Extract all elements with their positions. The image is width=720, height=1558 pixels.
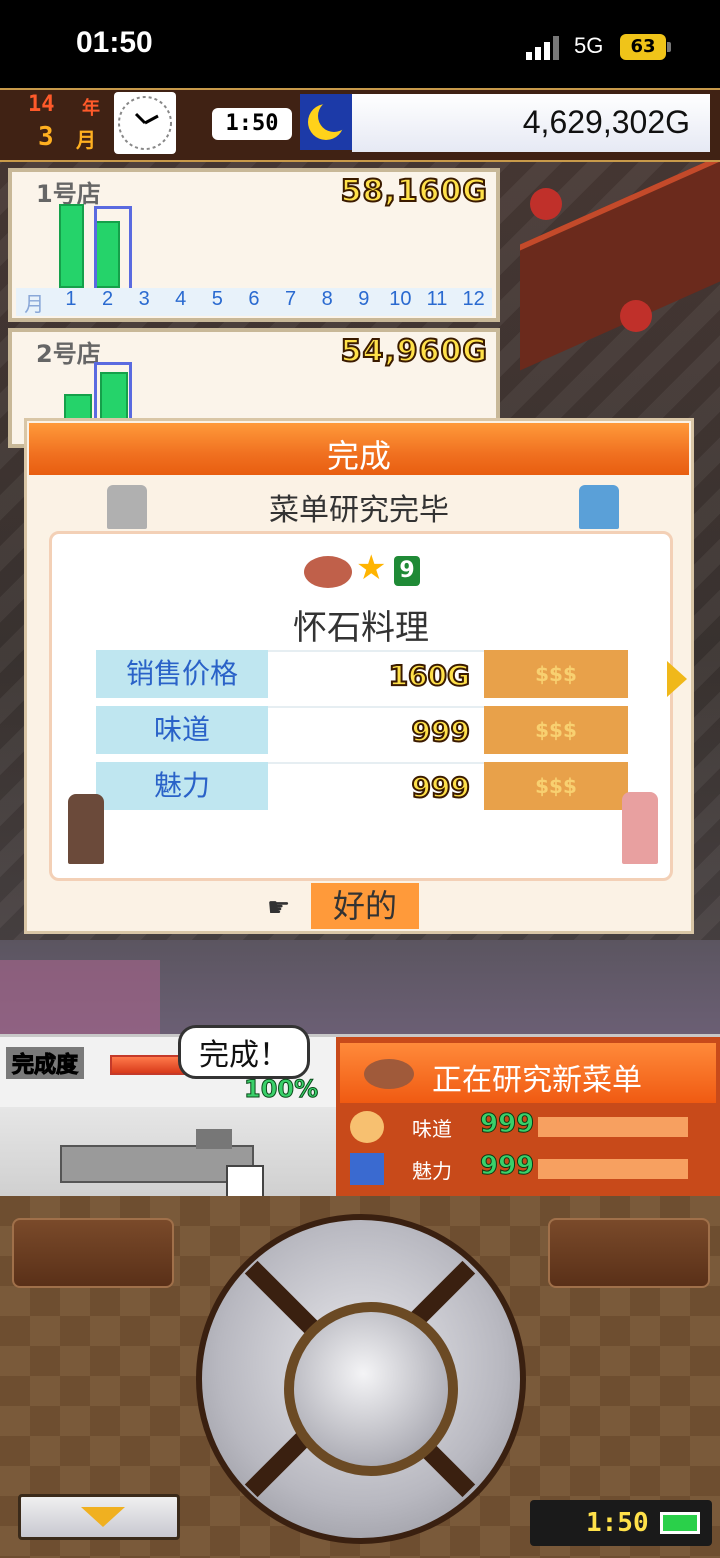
- month-tick: 9: [358, 288, 370, 310]
- month-tick: 10: [389, 288, 412, 310]
- network-type: 5G: [574, 33, 604, 58]
- stat-rank-coins: $$$: [484, 650, 628, 698]
- status-bar: 01:50 5G 63: [0, 0, 720, 88]
- progress-percent: 100%: [243, 1075, 319, 1104]
- stove: [60, 1145, 254, 1183]
- dish-card: ★ 9 怀石料理 销售价格 160G $$$ 味道 999 $$$ 魅力 999…: [49, 531, 673, 881]
- next-arrow-icon[interactable]: [667, 661, 687, 697]
- stat-value: 999: [268, 762, 484, 810]
- directional-pad[interactable]: [196, 1214, 526, 1544]
- research-label: 魅力: [412, 1159, 452, 1183]
- right-shoulder-button[interactable]: [548, 1218, 710, 1288]
- month-tick: 3: [138, 288, 150, 310]
- store-revenue: 54,960G: [340, 333, 488, 370]
- status-time: 01:50: [76, 26, 153, 59]
- year-unit: 年: [82, 98, 100, 119]
- dish-icon: [364, 1059, 414, 1089]
- signal-icon: [526, 36, 559, 60]
- revenue-bar: [59, 204, 84, 288]
- store-panel-1[interactable]: 1号店 58,160G 月 1 2 3 4 5 6 7 8 9 10 11 12: [8, 168, 500, 322]
- flower-bed: [0, 960, 160, 1034]
- money-display: 4,629,302G: [352, 94, 710, 152]
- battery-icon: 63: [620, 34, 666, 60]
- chevron-down-icon: [81, 1507, 125, 1527]
- game-time: 1:50: [212, 108, 292, 140]
- store-name: 2号店: [36, 340, 101, 368]
- customer-sprite: [622, 792, 658, 864]
- stat-label: 味道: [96, 706, 268, 754]
- stat-rank-coins: $$$: [484, 706, 628, 754]
- month-tick: 月: [24, 294, 45, 316]
- stool: [620, 300, 652, 332]
- stat-label: 销售价格: [96, 650, 268, 698]
- dish-icon: [304, 556, 352, 588]
- month-tick: 1: [65, 288, 77, 310]
- new-menu-research-panel: 正在研究新菜单 味道 999 魅力 999: [336, 1034, 720, 1199]
- month-tick: 8: [321, 288, 333, 310]
- research-value: 999: [479, 1151, 535, 1182]
- month-axis: 月 1 2 3 4 5 6 7 8 9 10 11 12: [16, 288, 492, 316]
- dish-level: 9: [394, 556, 420, 586]
- pointing-hand-icon: ☛: [267, 893, 291, 923]
- progress-label: 完成度: [6, 1047, 85, 1079]
- dialog-header: 完成: [29, 423, 689, 475]
- stat-row-taste: 味道 999 $$$: [96, 706, 628, 754]
- confirm-button[interactable]: [284, 1302, 458, 1476]
- research-bar: [538, 1117, 688, 1137]
- dialog-subtitle: 菜单研究完毕: [269, 493, 449, 528]
- research-row-taste: 味道 999: [346, 1109, 712, 1145]
- controller-area: 1:50: [0, 1196, 720, 1558]
- research-progress-panel: 完成度 完成！ 100%: [0, 1025, 336, 1205]
- clock-text: 1:50: [586, 1508, 649, 1538]
- stat-row-charm: 魅力 999 $$$: [96, 762, 628, 810]
- month-number: 3: [38, 122, 54, 152]
- revenue-chart: [16, 202, 492, 288]
- left-shoulder-button[interactable]: [12, 1218, 174, 1288]
- dialog-title: 完成: [326, 437, 391, 475]
- month-unit: 月: [76, 128, 96, 152]
- research-bar: [538, 1159, 688, 1179]
- moon-icon: [300, 94, 352, 150]
- month-tick: 12: [462, 288, 485, 310]
- taste-icon: [350, 1111, 384, 1143]
- star-icon: ★: [356, 548, 387, 588]
- dish-name: 怀石料理: [293, 608, 429, 648]
- game-clock: 1:50: [530, 1500, 712, 1546]
- research-title: 正在研究新菜单: [432, 1063, 642, 1098]
- stat-value: 999: [268, 706, 484, 754]
- ok-button[interactable]: 好的: [311, 883, 420, 929]
- month-tick: 4: [175, 288, 187, 310]
- month-tick: 11: [426, 288, 448, 310]
- month-tick: 7: [285, 288, 297, 310]
- stat-label: 魅力: [96, 762, 268, 810]
- clock-icon: [114, 92, 176, 154]
- stat-row-price: 销售价格 160G $$$: [96, 650, 628, 698]
- research-complete-dialog: 完成 菜单研究完毕 ★ 9 怀石料理 销售价格 160G $$$ 味道 999 …: [24, 418, 694, 934]
- money-amount: 4,629,302G: [522, 104, 690, 140]
- stool: [530, 188, 562, 220]
- month-tick: 5: [211, 288, 223, 310]
- stat-rank-coins: $$$: [484, 762, 628, 810]
- year-number: 14: [28, 92, 55, 117]
- kitchen-scene: [0, 1107, 336, 1205]
- charm-icon: [350, 1153, 384, 1185]
- battery-icon: [660, 1512, 700, 1534]
- menu-toggle-button[interactable]: [18, 1494, 180, 1540]
- battery-tip: [667, 42, 671, 52]
- research-label: 味道: [412, 1117, 452, 1141]
- month-tick: 2: [101, 288, 114, 310]
- speech-bubble: 完成！: [178, 1025, 310, 1079]
- pot: [196, 1129, 232, 1149]
- research-header: 正在研究新菜单: [340, 1043, 716, 1103]
- ok-button-wrap[interactable]: ☛ 好的: [267, 883, 420, 929]
- stat-value: 160G: [268, 650, 484, 698]
- month-tick: 6: [248, 288, 260, 310]
- customer-sprite: [68, 794, 104, 864]
- research-row-charm: 魅力 999: [346, 1151, 712, 1187]
- research-value: 999: [479, 1109, 535, 1140]
